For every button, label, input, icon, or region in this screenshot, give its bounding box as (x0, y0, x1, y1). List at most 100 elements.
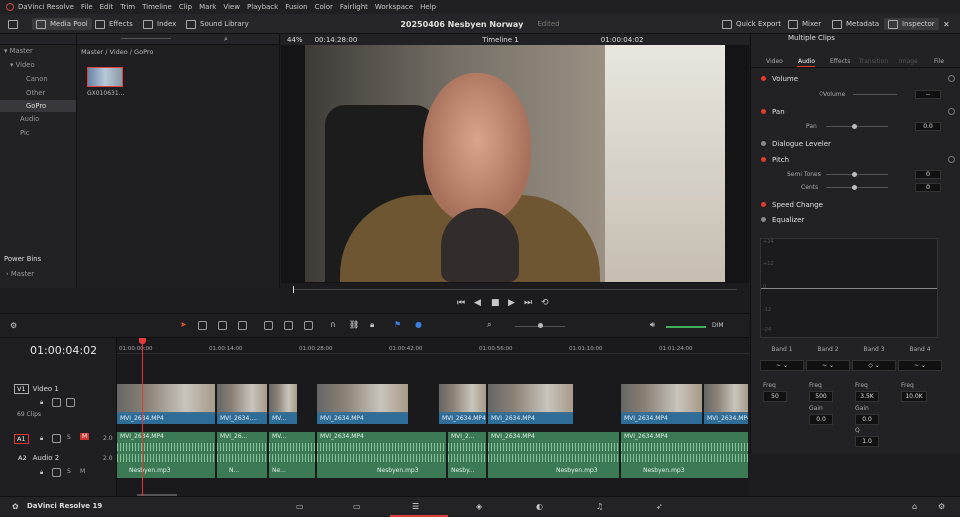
fairlight-page-icon[interactable]: ♫ (596, 502, 603, 511)
bin-gopro[interactable]: GoPro (0, 100, 76, 112)
menu-playback[interactable]: Playback (247, 3, 278, 11)
zoom-slider-knob[interactable] (538, 323, 543, 328)
viewer[interactable] (281, 45, 749, 283)
menu-trim[interactable]: Trim (120, 3, 135, 11)
sound-library-button[interactable]: Sound Library (186, 18, 249, 30)
snapping-icon[interactable]: ∩ (330, 320, 336, 329)
music-clip[interactable]: Ne... (269, 452, 316, 478)
a2-auto-select-icon[interactable] (52, 468, 61, 479)
audio-clip[interactable]: MV... (269, 432, 316, 452)
audio-clip[interactable]: MVI_2634.MP4 (317, 432, 447, 452)
media-slider-icon[interactable] (121, 38, 171, 39)
reverse-icon[interactable]: ◀ (474, 298, 481, 308)
overwrite-clip-icon[interactable] (284, 321, 293, 332)
pan-slider-knob[interactable] (852, 124, 857, 129)
fusion-page-icon[interactable]: ◈ (476, 502, 482, 511)
music-clip[interactable]: Nesby... (448, 452, 487, 478)
menu-mark[interactable]: Mark (199, 3, 216, 11)
scrub-bar[interactable] (293, 289, 737, 290)
bin-pic[interactable]: Pic (20, 129, 77, 139)
playhead-handle[interactable] (139, 338, 146, 344)
volume-slider[interactable] (853, 94, 897, 95)
speaker-icon[interactable]: 🔊︎ (650, 320, 655, 330)
bin-audio[interactable]: Audio (20, 115, 77, 125)
band-4-freq-value[interactable]: 10.0K (901, 391, 927, 402)
menu-timeline[interactable]: Timeline (142, 3, 172, 11)
menu-color[interactable]: Color (315, 3, 333, 11)
pan-value[interactable]: 0.0 (915, 122, 941, 131)
dialogue-leveler-section[interactable]: Dialogue Leveler (751, 137, 960, 150)
speed-change-section[interactable]: Speed Change (751, 198, 960, 211)
settings-icon[interactable]: ⚙ (938, 502, 945, 511)
timeline-options-icon[interactable]: ⚙ (10, 321, 17, 330)
band-2-freq-value[interactable]: 500 (809, 391, 833, 402)
music-clip[interactable]: Nesbyen.mp3 (317, 452, 447, 478)
marker-icon[interactable]: ● (415, 320, 422, 329)
a2-lock-icon[interactable]: 🔒︎ (40, 469, 43, 477)
audio-clip[interactable]: MVI_2634.MP4 (117, 432, 216, 452)
color-page-icon[interactable]: ◐ (536, 502, 543, 511)
playhead-marker[interactable] (293, 286, 294, 293)
v1-visibility-icon[interactable] (66, 398, 75, 409)
pitch-section[interactable]: Pitch (751, 153, 960, 166)
playhead[interactable] (142, 338, 143, 496)
track-a2-tag[interactable]: A2 (16, 454, 29, 462)
mixer-button[interactable]: Mixer (788, 18, 821, 30)
a1-auto-select-icon[interactable] (52, 434, 61, 445)
menu-edit[interactable]: Edit (100, 3, 114, 11)
band-3-q-value[interactable]: 1.0 (855, 436, 879, 447)
inspector-button[interactable]: Inspector (884, 18, 939, 30)
cents-value[interactable]: 0 (915, 183, 941, 192)
flag-icon[interactable]: ⚑ (394, 320, 401, 329)
menu-workspace[interactable]: Workspace (375, 3, 413, 11)
audio-clip[interactable]: MVI_26... (217, 432, 268, 452)
replace-clip-icon[interactable] (304, 321, 313, 332)
metadata-button[interactable]: Metadata (832, 18, 879, 30)
dim-button[interactable]: DIM (712, 322, 724, 329)
a1-mute-button[interactable]: M (80, 433, 90, 440)
semi-tones-value[interactable]: 0 (915, 170, 941, 179)
band-3-freq-value[interactable]: 3.5K (855, 391, 879, 402)
deliver-page-icon[interactable]: ➶ (656, 502, 663, 511)
bin-other[interactable]: Other (26, 89, 77, 99)
band-1-filter-select[interactable]: ∼ ⌄ (760, 360, 804, 371)
audio-clip[interactable]: MVI_2634.MP4 (488, 432, 620, 452)
stop-icon[interactable]: ■ (491, 298, 500, 308)
pitch-enable-dot[interactable] (761, 157, 766, 162)
video-clip[interactable]: MVI_2634.MP4 (439, 384, 487, 424)
tab-file[interactable]: File (934, 58, 944, 65)
video-clip[interactable]: MVI_2634.MP4 (621, 384, 703, 424)
power-bin-master[interactable]: › Master (6, 270, 34, 278)
selection-tool-icon[interactable]: ➤ (180, 320, 187, 329)
audio-clip[interactable]: MVI_2634.MP4 (621, 432, 749, 452)
music-clip[interactable]: N... (217, 452, 268, 478)
video-clip[interactable]: MVI_2634.MP4 (317, 384, 409, 424)
tab-effects[interactable]: Effects (830, 58, 850, 65)
volume-reset-icon[interactable] (948, 75, 955, 82)
bin-video[interactable]: ▾ Video (10, 61, 77, 71)
collapse-panels-button[interactable] (8, 18, 18, 30)
video-clip[interactable]: MVI_2634.MP4 (488, 384, 574, 424)
menu-help[interactable]: Help (420, 3, 436, 11)
pan-enable-dot[interactable] (761, 109, 766, 114)
bin-canon[interactable]: Canon (26, 75, 77, 85)
dialogue-leveler-enable-dot[interactable] (761, 141, 766, 146)
a1-lock-icon[interactable]: 🔒︎ (40, 435, 43, 443)
trim-tool-icon[interactable] (198, 321, 207, 332)
quick-export-button[interactable]: Quick Export (722, 18, 781, 30)
v1-lock-icon[interactable]: 🔒︎ (40, 399, 43, 407)
band-1-freq-value[interactable]: 50 (763, 391, 787, 402)
band-3-filter-select[interactable]: ◇ ⌄ (852, 360, 896, 371)
blade-tool-icon[interactable] (238, 321, 247, 332)
video-clip[interactable]: MVI_2634.MP4 (117, 384, 216, 424)
band-4-filter-select[interactable]: ∼ ⌄ (898, 360, 942, 371)
equalizer-enable-dot[interactable] (761, 217, 766, 222)
timeline-name[interactable]: Timeline 1 (482, 36, 518, 44)
semi-tones-knob[interactable] (852, 172, 857, 177)
zoom-icon[interactable]: ⌕ (487, 320, 491, 330)
eq-graph[interactable]: +24 +12 0 -12 -24 (760, 238, 938, 338)
track-a1-tag[interactable]: A1 (14, 434, 29, 444)
loop-icon[interactable]: ⟲ (541, 298, 549, 308)
menu-clip[interactable]: Clip (179, 3, 192, 11)
equalizer-section[interactable]: Equalizer (751, 213, 960, 226)
